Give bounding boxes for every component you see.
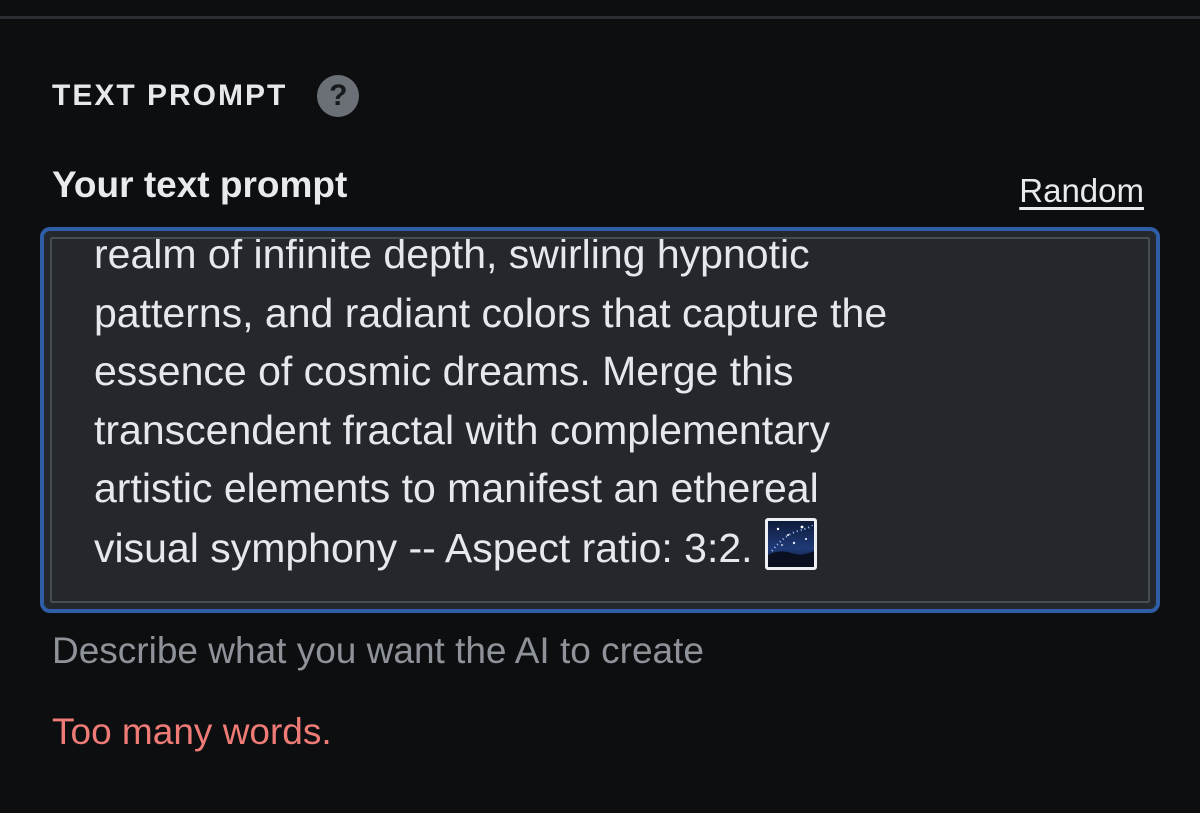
prompt-textarea[interactable]: realm of infinite depth, swirling hypnot…	[40, 227, 1160, 613]
prompt-field-label: Your text prompt	[52, 164, 348, 205]
prompt-text-content[interactable]: realm of infinite depth, swirling hypnot…	[94, 239, 1094, 577]
text-prompt-panel: TEXT PROMPT ? Your text prompt Random re…	[0, 0, 1200, 813]
top-divider	[0, 16, 1200, 19]
question-mark-icon[interactable]: ?	[317, 75, 360, 117]
section-title: TEXT PROMPT	[52, 79, 288, 112]
prompt-textarea-inner[interactable]: realm of infinite depth, swirling hypnot…	[50, 237, 1150, 603]
prompt-helper-text: Describe what you want the AI to create	[52, 630, 704, 671]
random-prompt-link[interactable]: Random	[1019, 172, 1144, 210]
night-sky-icon	[764, 517, 817, 570]
section-header: TEXT PROMPT ?	[52, 74, 360, 118]
prompt-error-text: Too many words.	[52, 711, 332, 752]
